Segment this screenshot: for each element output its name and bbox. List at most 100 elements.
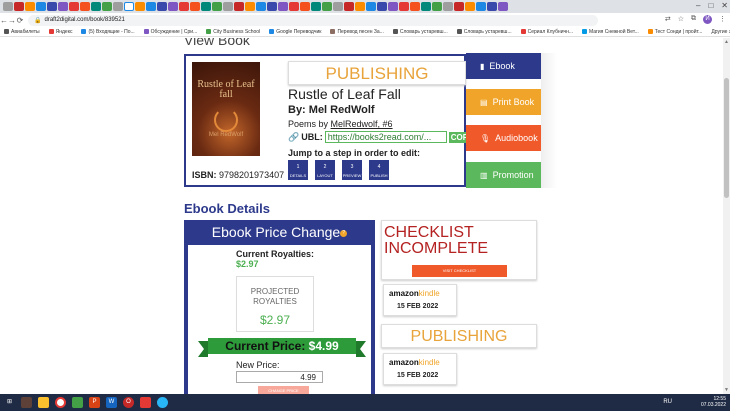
browser-tab[interactable] xyxy=(344,2,354,11)
system-clock[interactable]: 12:55 07.03.2022 xyxy=(701,396,726,408)
reload-icon[interactable]: ⟳ xyxy=(16,16,24,25)
browser-tab[interactable] xyxy=(146,2,156,11)
extension-icon[interactable]: ⧉ xyxy=(691,15,696,24)
star-icon[interactable]: ☆ xyxy=(678,15,684,24)
browser-tab[interactable] xyxy=(421,2,431,11)
browser-tab[interactable] xyxy=(377,2,387,11)
scrollbar-thumb[interactable] xyxy=(724,78,729,198)
audiobook-button[interactable]: 🎙 Audiobook xyxy=(466,125,541,151)
ebook-button[interactable]: ▮ Ebook xyxy=(466,53,541,79)
bookmark-item[interactable]: (5) Входящие - По... xyxy=(81,29,135,35)
browser-tab[interactable] xyxy=(58,2,68,11)
promotion-button[interactable]: ▥ Promotion xyxy=(466,162,541,188)
browser-tab[interactable] xyxy=(465,2,475,11)
browser-tab[interactable] xyxy=(80,2,90,11)
app-icon[interactable] xyxy=(72,397,83,408)
address-bar[interactable]: 🔒 draft2digital.com/book/839521 xyxy=(28,14,598,26)
help-icon[interactable]: ? xyxy=(340,229,348,237)
book-cover-image[interactable]: Rustle of Leaf fall Mel RedWolf xyxy=(192,62,260,156)
print-book-button[interactable]: ▤ Print Book xyxy=(466,89,541,115)
browser-tab[interactable] xyxy=(135,2,145,11)
browser-tab[interactable] xyxy=(322,2,332,11)
new-price-input[interactable]: 4.99 xyxy=(236,371,323,383)
file-explorer-icon[interactable] xyxy=(38,397,49,408)
step-button-publish[interactable]: 4 PUBLISH xyxy=(369,160,389,180)
maximize-icon[interactable]: □ xyxy=(708,1,713,10)
folder-icon[interactable] xyxy=(21,397,32,408)
start-icon[interactable]: ⊞ xyxy=(4,397,15,408)
browser-tab[interactable] xyxy=(124,2,134,11)
browser-tab[interactable] xyxy=(91,2,101,11)
word-icon[interactable]: W xyxy=(106,397,117,408)
browser-tab[interactable] xyxy=(245,2,255,11)
series-link[interactable]: MelRedwolf, #6 xyxy=(331,119,393,129)
browser-tab[interactable] xyxy=(223,2,233,11)
opera-icon[interactable]: O xyxy=(123,397,134,408)
translate-icon[interactable]: ⇄ xyxy=(665,15,671,24)
forward-icon[interactable]: → xyxy=(8,16,16,25)
page-scrollbar[interactable]: ▲ ▼ xyxy=(723,38,730,394)
bookmark-item[interactable]: Яндекс xyxy=(48,29,72,35)
browser-tab[interactable] xyxy=(36,2,46,11)
chrome-icon[interactable] xyxy=(55,397,66,408)
browser-tab[interactable] xyxy=(300,2,310,11)
browser-tab[interactable] xyxy=(234,2,244,11)
browser-tab-strip[interactable]: – □ ✕ xyxy=(0,0,730,13)
media-icon[interactable] xyxy=(140,397,151,408)
bookmark-item[interactable]: Словарь устаревш... xyxy=(456,29,512,35)
step-button-layout[interactable]: 2 LAYOUT xyxy=(315,160,335,180)
browser-tab[interactable] xyxy=(443,2,453,11)
bookmark-item[interactable]: Google Переводчик xyxy=(269,29,321,35)
browser-tab[interactable] xyxy=(113,2,123,11)
bookmark-item[interactable]: Перевод песен За... xyxy=(330,29,384,35)
bookmark-item[interactable]: Тест Сонди | пройт... xyxy=(647,29,702,35)
browser-tab[interactable] xyxy=(410,2,420,11)
browser-tab[interactable] xyxy=(355,2,365,11)
bookmark-item[interactable]: Словарь устаревш... xyxy=(392,29,448,35)
browser-tab[interactable] xyxy=(289,2,299,11)
browser-tab[interactable] xyxy=(69,2,79,11)
back-icon[interactable]: ← xyxy=(0,16,8,25)
browser-tab[interactable] xyxy=(267,2,277,11)
visit-checklist-button[interactable]: VISIT CHECKLIST xyxy=(412,265,507,277)
language-indicator[interactable]: RU xyxy=(663,399,672,405)
browser-tab[interactable] xyxy=(498,2,508,11)
menu-icon[interactable]: ⋮ xyxy=(719,15,726,24)
browser-tab[interactable] xyxy=(454,2,464,11)
browser-tab[interactable] xyxy=(311,2,321,11)
browser-tab[interactable] xyxy=(3,2,13,11)
step-button-preview[interactable]: 3 PREVIEW xyxy=(342,160,362,180)
browser-tab[interactable] xyxy=(476,2,486,11)
browser-tab[interactable] xyxy=(102,2,112,11)
browser-tab[interactable] xyxy=(190,2,200,11)
scroll-up-icon[interactable]: ▲ xyxy=(724,39,729,45)
browser-tab[interactable] xyxy=(487,2,497,11)
browser-tab[interactable] xyxy=(47,2,57,11)
browser-tab[interactable] xyxy=(25,2,35,11)
browser-tab[interactable] xyxy=(14,2,24,11)
minimize-icon[interactable]: – xyxy=(696,1,700,10)
browser-tab[interactable] xyxy=(366,2,376,11)
browser-tab[interactable] xyxy=(388,2,398,11)
telegram-icon[interactable] xyxy=(157,397,168,408)
browser-tab[interactable] xyxy=(212,2,222,11)
bookmark-item[interactable]: Сериал Клубничн... xyxy=(520,29,573,35)
step-button-details[interactable]: 1 DETAILS xyxy=(288,160,308,180)
avatar[interactable]: И xyxy=(703,15,712,24)
browser-tab[interactable] xyxy=(201,2,211,11)
browser-tab[interactable] xyxy=(256,2,266,11)
bookmark-item[interactable]: City Business School xyxy=(206,29,260,35)
browser-tab[interactable] xyxy=(157,2,167,11)
close-icon[interactable]: ✕ xyxy=(721,1,728,10)
change-price-button[interactable]: CHANGE PRICE xyxy=(258,386,309,394)
browser-tab[interactable] xyxy=(432,2,442,11)
browser-tab[interactable] xyxy=(399,2,409,11)
powerpoint-icon[interactable]: P xyxy=(89,397,100,408)
ubl-link-field[interactable]: https://books2read.com/... xyxy=(324,131,447,143)
other-bookmarks[interactable]: Другие закладки xyxy=(711,29,730,35)
bookmark-item[interactable]: Магия Снежной Вет... xyxy=(582,29,639,35)
bookmark-item[interactable]: Авиабилеты xyxy=(4,29,40,35)
browser-tab[interactable] xyxy=(278,2,288,11)
bookmark-item[interactable]: Обсуждение | Сри... xyxy=(143,29,197,35)
browser-tab[interactable] xyxy=(179,2,189,11)
